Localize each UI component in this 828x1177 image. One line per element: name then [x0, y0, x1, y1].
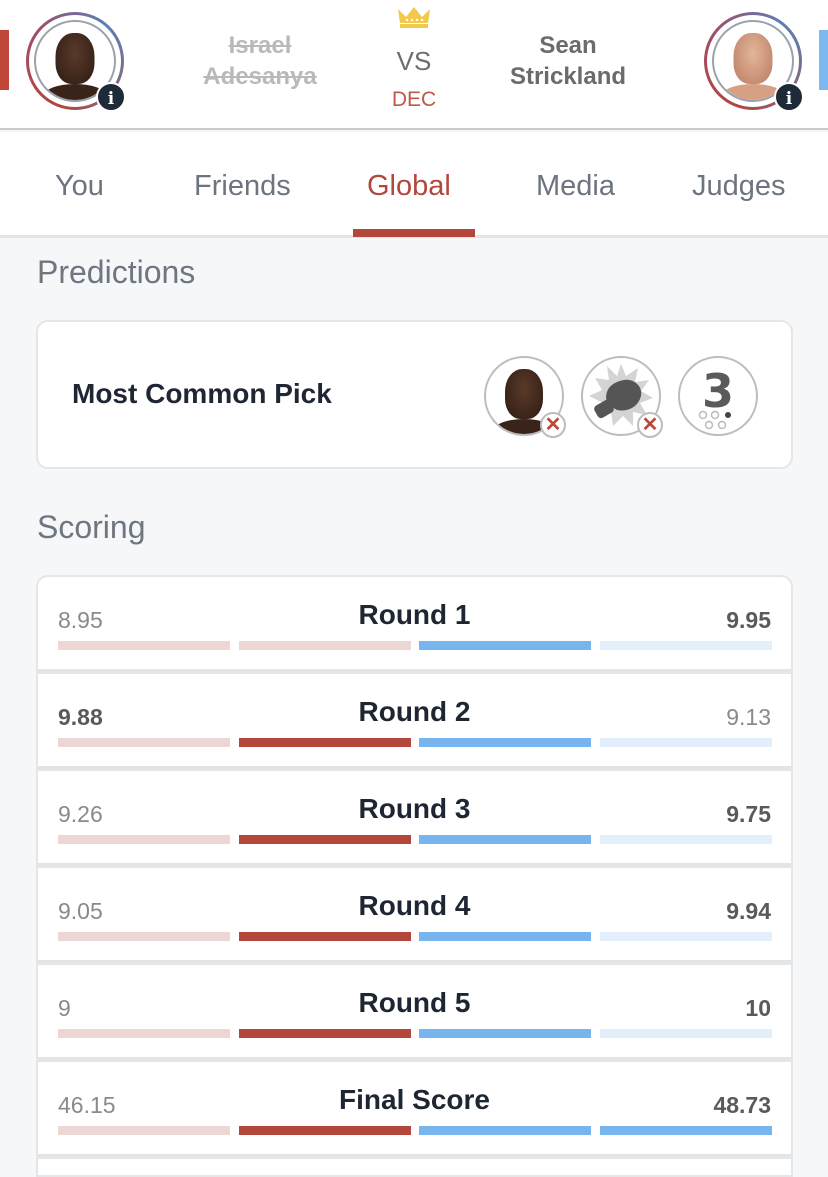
next-score-row — [36, 1157, 793, 1177]
blue-fighter-last-name: Strickland — [509, 63, 627, 90]
red-bar-inner — [239, 641, 411, 650]
incorrect-x-icon: ✕ — [540, 412, 566, 438]
red-bar-inner — [239, 932, 411, 941]
blue-bar-inner — [419, 641, 591, 650]
scoring-list: 8.95 Round 1 9.95 9.88 Round 2 9.13 9.26 Round … — [36, 575, 793, 1157]
round-label: Round 4 — [358, 890, 471, 921]
tab-bar: You Friends Global Media Judges — [0, 132, 828, 238]
crown-icon — [398, 7, 430, 28]
blue-bar-outer — [600, 1029, 772, 1038]
blue-bar-outer — [600, 1126, 772, 1135]
predictions-title: Predictions — [37, 254, 196, 290]
tab-global[interactable]: Global — [367, 170, 451, 238]
round-label: Round 2 — [358, 696, 471, 727]
pick-fighter[interactable]: ✕ — [484, 356, 566, 438]
score-bars — [58, 932, 772, 941]
red-bar-inner — [239, 1126, 411, 1135]
blue-bar-inner — [419, 738, 591, 747]
blue-fighter-name[interactable]: Sean Strickland — [493, 30, 643, 92]
blue-score: 9.95 — [726, 607, 771, 633]
blue-bar-inner — [419, 835, 591, 844]
score-bars — [58, 1126, 772, 1135]
score-row: 46.15 Final Score 48.73 — [36, 1060, 793, 1157]
pick-method[interactable]: ✕ — [581, 356, 663, 438]
blue-fighter-first-name: Sean — [539, 32, 597, 59]
score-row: 8.95 Round 1 9.95 — [36, 575, 793, 672]
score-bars — [58, 738, 772, 747]
round-label: Round 1 — [358, 599, 471, 630]
red-bar-outer — [58, 641, 230, 650]
score-row: 9.26 Round 3 9.75 — [36, 769, 793, 866]
pick-round[interactable]: 3 — [678, 356, 758, 436]
blue-bar-outer — [600, 738, 772, 747]
score-row: 9.05 Round 4 9.94 — [36, 866, 793, 963]
blue-bar-inner — [419, 1029, 591, 1038]
red-fighter-last-name: Adesanya — [203, 63, 317, 90]
red-fighter-avatar[interactable]: i — [26, 12, 126, 112]
red-bar-inner — [239, 1029, 411, 1038]
fight-header: i Israel Adesanya VS DEC Sean Strickland… — [0, 0, 828, 130]
blue-corner-indicator — [819, 30, 828, 90]
score-row: 9 Round 5 10 — [36, 963, 793, 1060]
scoring-title: Scoring — [37, 509, 146, 545]
red-bar-outer — [58, 932, 230, 941]
tab-media[interactable]: Media — [536, 170, 615, 238]
info-icon[interactable]: i — [96, 82, 126, 112]
blue-bar-outer — [600, 835, 772, 844]
active-tab-indicator — [353, 229, 475, 237]
blue-score: 9.75 — [726, 801, 771, 827]
red-corner-indicator — [0, 30, 9, 90]
blue-bar-outer — [600, 641, 772, 650]
tab-friends[interactable]: Friends — [194, 170, 291, 238]
blue-score: 9.13 — [726, 704, 771, 730]
score-bars — [58, 641, 772, 650]
red-bar-inner — [239, 738, 411, 747]
round-number-icon: 3 — [678, 356, 758, 436]
score-row: 9.88 Round 2 9.13 — [36, 672, 793, 769]
red-fighter-first-name: Israel — [228, 32, 292, 59]
score-bars — [58, 835, 772, 844]
blue-fighter-avatar[interactable]: i — [704, 12, 804, 112]
most-common-pick-card: Most Common Pick ✕ ✕ 3 — [36, 320, 793, 469]
blue-bar-inner — [419, 932, 591, 941]
blue-score: 9.94 — [726, 898, 771, 924]
red-bar-outer — [58, 1126, 230, 1135]
round-label: Round 5 — [358, 987, 471, 1018]
info-icon[interactable]: i — [774, 82, 804, 112]
red-bar-outer — [58, 1029, 230, 1038]
round-label: Final Score — [339, 1084, 490, 1115]
red-bar-outer — [58, 835, 230, 844]
round-label: Round 3 — [358, 793, 471, 824]
tab-you[interactable]: You — [55, 170, 104, 238]
vs-label: VS — [396, 46, 432, 76]
tab-judges[interactable]: Judges — [692, 170, 786, 238]
score-bars — [58, 1029, 772, 1038]
incorrect-x-icon: ✕ — [637, 412, 663, 438]
round-dots-icon — [698, 410, 731, 430]
red-bar-inner — [239, 835, 411, 844]
result-method: DEC — [391, 88, 437, 111]
blue-score: 10 — [745, 995, 771, 1021]
most-common-pick-label: Most Common Pick — [72, 378, 332, 409]
blue-bar-outer — [600, 932, 772, 941]
blue-bar-inner — [419, 1126, 591, 1135]
blue-score: 48.73 — [713, 1092, 771, 1118]
red-fighter-name[interactable]: Israel Adesanya — [185, 30, 335, 92]
red-bar-outer — [58, 738, 230, 747]
